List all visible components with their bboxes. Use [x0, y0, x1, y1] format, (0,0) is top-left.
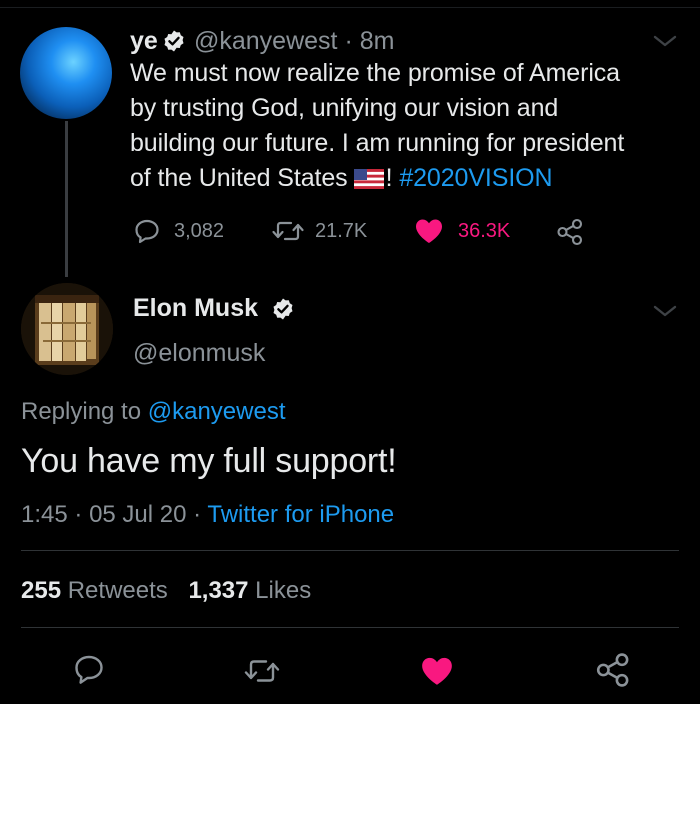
tweet-text-line: by trusting God, unifying our vision and	[130, 94, 559, 122]
like-total: 1,337	[188, 577, 249, 604]
us-flag-icon	[353, 169, 384, 189]
reply-action[interactable]: 3,082	[133, 218, 224, 244]
meta-separator: ·	[74, 501, 83, 528]
elon-handle[interactable]: @elonmusk	[133, 339, 265, 368]
tweet-text-prefix: of the United States	[130, 164, 348, 192]
tweet-time: 1:45	[21, 501, 68, 528]
replying-mention-link[interactable]: @kanyewest	[148, 398, 286, 425]
retweet-icon[interactable]	[243, 656, 281, 686]
hashtag-link[interactable]: #2020VISION	[399, 164, 552, 192]
heart-icon	[416, 219, 442, 243]
reply-count: 3,082	[174, 219, 225, 242]
reply-icon[interactable]	[72, 653, 106, 687]
tweet-source-link[interactable]: Twitter for iPhone	[207, 501, 394, 528]
ye-avatar[interactable]	[20, 27, 112, 119]
replying-label: Replying to	[21, 398, 142, 425]
chevron-down-icon[interactable]	[652, 304, 678, 318]
ye-tweet-text: We must now realize the promise of Ameri…	[130, 56, 690, 196]
likes-stat[interactable]: 1,337 Likes	[188, 577, 311, 604]
retweets-stat[interactable]: 255 Retweets	[21, 577, 168, 604]
verified-badge-icon	[273, 298, 293, 320]
elon-avatar[interactable]	[21, 283, 113, 375]
retweet-count: 21.7K	[315, 219, 368, 242]
retweets-label: Retweets	[67, 577, 168, 604]
tweet-text-line: building our future. I am running for pr…	[130, 129, 625, 157]
tweet-text-line: We must now realize the promise of Ameri…	[130, 59, 620, 87]
tweet-meta: 1:45 · 05 Jul 20 · Twitter for iPhone	[21, 501, 394, 529]
chevron-down-icon[interactable]	[652, 34, 678, 48]
retweet-total: 255	[21, 577, 62, 604]
like-action[interactable]: 36.3K	[414, 217, 510, 245]
tweet-text-exclaim: !	[385, 164, 393, 192]
share-icon[interactable]	[595, 652, 631, 688]
elon-display-name[interactable]: Elon Musk	[133, 294, 258, 323]
avatar-image	[21, 283, 113, 375]
share-icon[interactable]	[556, 218, 584, 246]
likes-label: Likes	[255, 577, 312, 604]
tweet-date: 05 Jul 20	[89, 501, 187, 528]
like-count: 36.3K	[458, 219, 511, 242]
time-separator: ·	[344, 27, 353, 55]
ye-display-name[interactable]: ye	[130, 27, 158, 56]
elon-tweet-text: You have my full support!	[21, 442, 397, 480]
heart-icon[interactable]	[419, 655, 455, 687]
ye-handle[interactable]: @kanyewest	[194, 27, 338, 55]
thread-connector-line	[65, 121, 68, 277]
retweet-icon	[272, 221, 304, 241]
meta-separator: ·	[193, 501, 202, 528]
verified-badge-icon	[164, 30, 184, 52]
reply-icon	[135, 219, 159, 244]
twitter-thread-view: ye @kanyewest · 8m We must now realize t…	[0, 0, 700, 704]
divider	[21, 627, 679, 628]
tweet-timestamp: 8m	[359, 27, 395, 55]
top-divider	[0, 7, 700, 8]
tweet-text-line-last: of the United States ! #2020VISION	[130, 161, 690, 196]
engagement-stats: 255 Retweets 1,337 Likes	[21, 577, 311, 605]
retweet-action[interactable]: 21.7K	[271, 218, 367, 244]
replying-to: Replying to @kanyewest	[21, 398, 286, 426]
divider	[21, 550, 679, 551]
